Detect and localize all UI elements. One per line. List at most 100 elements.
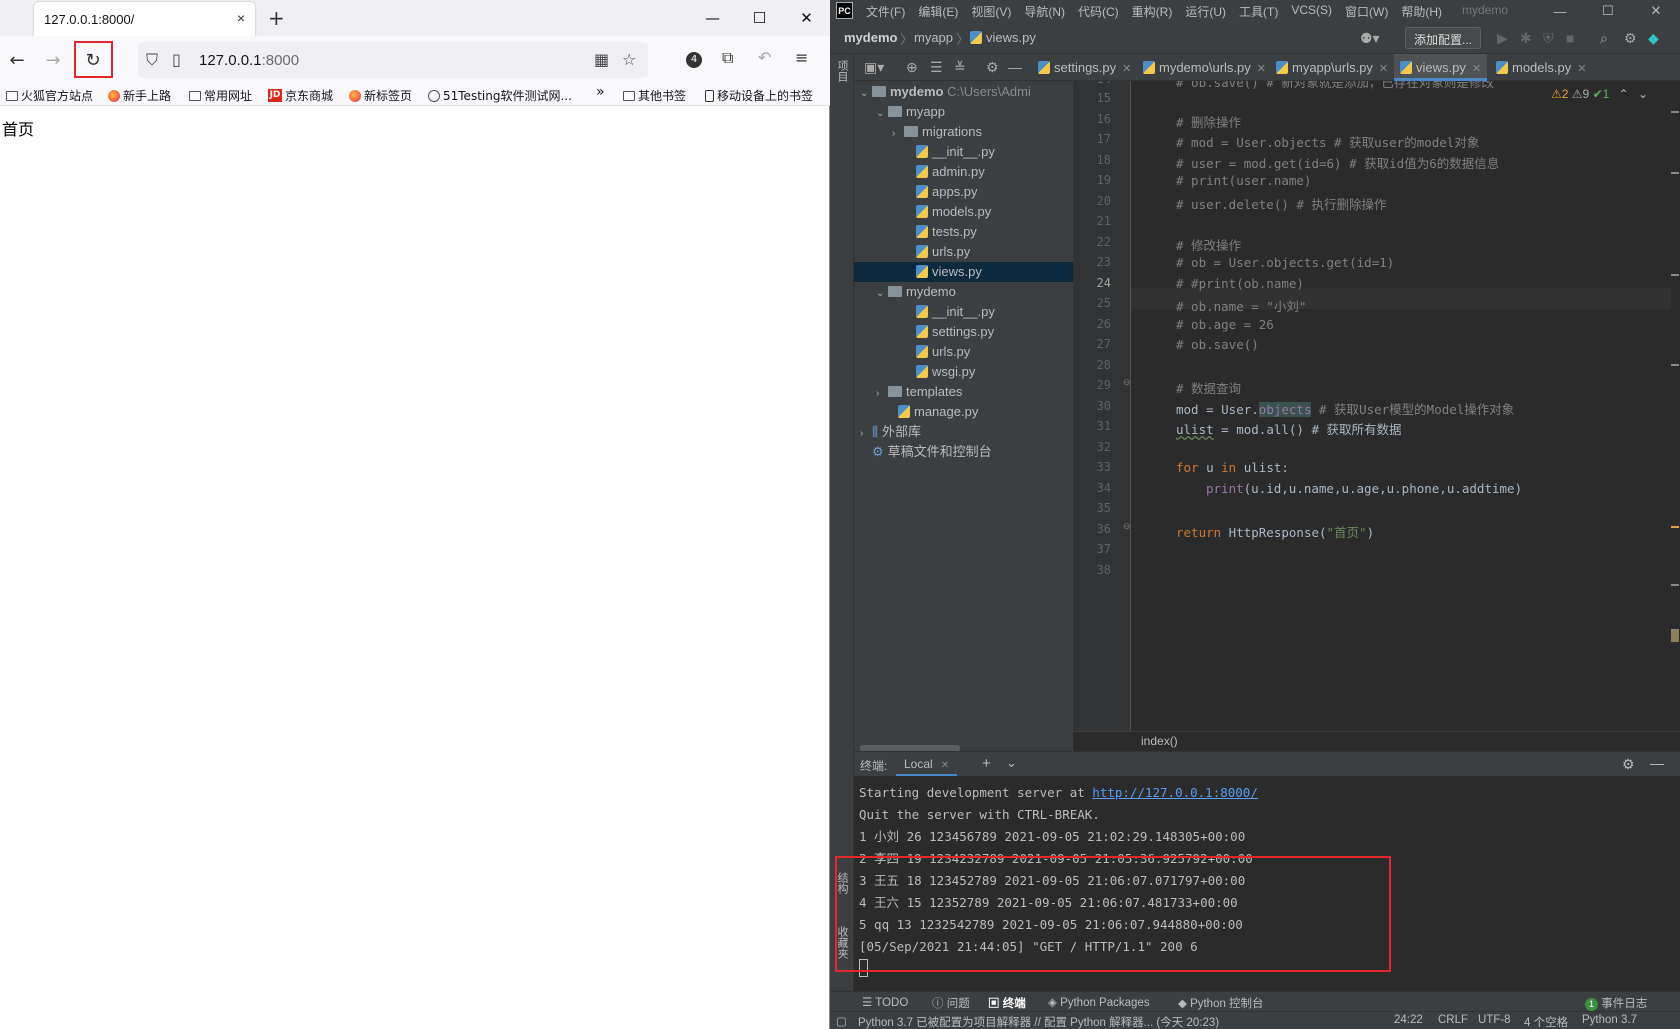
forward-arrow-icon[interactable]: → bbox=[38, 46, 68, 74]
project-view-icon[interactable]: ▣▾ bbox=[864, 59, 884, 76]
line-separator[interactable]: CRLF bbox=[1438, 1014, 1468, 1026]
tree-item-external-libs[interactable]: › ⫼ 外部库 bbox=[854, 422, 1073, 442]
screenshot-icon[interactable]: ⧉ bbox=[722, 48, 733, 68]
tree-item-admin-py[interactable]: admin.py bbox=[854, 162, 1073, 182]
bookmark-new-tab[interactable]: 新标签页 bbox=[349, 87, 412, 104]
tree-item-apps-py[interactable]: apps.py bbox=[854, 182, 1073, 202]
collapse-all-icon[interactable]: ≚ bbox=[954, 59, 966, 76]
menu-view[interactable]: 视图(V) bbox=[971, 3, 1011, 20]
ok-count[interactable]: ✔1 bbox=[1593, 87, 1610, 101]
caret-position[interactable]: 24:22 bbox=[1394, 1014, 1423, 1026]
breadcrumb-project[interactable]: mydemo bbox=[844, 30, 897, 45]
locate-icon[interactable]: ⊕ bbox=[906, 59, 918, 76]
server-url-link[interactable]: http://127.0.0.1:8000/ bbox=[1092, 785, 1258, 800]
tab-close-icon[interactable]: ✕ bbox=[941, 760, 949, 771]
file-encoding[interactable]: UTF-8 bbox=[1478, 1014, 1511, 1026]
tab-models-py[interactable]: models.py ✕ bbox=[1490, 54, 1592, 81]
user-icon[interactable]: ⚉▾ bbox=[1360, 30, 1380, 47]
search-icon[interactable]: ⌕ bbox=[1600, 30, 1608, 47]
extension-badge-icon[interactable]: 4 bbox=[686, 52, 702, 68]
expand-arrow-icon[interactable]: ⌄ bbox=[876, 284, 888, 304]
tree-item-settings-py[interactable]: settings.py bbox=[854, 322, 1073, 342]
expand-arrow-icon[interactable]: ⌄ bbox=[860, 84, 872, 104]
expand-arrow-icon[interactable]: ⌄ bbox=[876, 104, 888, 124]
tree-item-tests-py[interactable]: tests.py bbox=[854, 222, 1073, 242]
new-tab-button[interactable]: + bbox=[268, 6, 285, 30]
prev-highlight-icon[interactable]: ⌃ bbox=[1619, 87, 1629, 101]
tree-item-migrations[interactable]: › migrations bbox=[854, 122, 1073, 142]
interpreter-setting[interactable]: Python 3.7 bbox=[1582, 1014, 1637, 1026]
tree-item-views-py[interactable]: views.py bbox=[854, 262, 1073, 282]
bookmark-star-icon[interactable]: ☆ bbox=[622, 50, 636, 69]
tab-settings-py[interactable]: settings.py ✕ bbox=[1032, 54, 1137, 81]
menu-window[interactable]: 窗口(W) bbox=[1345, 3, 1388, 20]
tree-item-mydemo-root[interactable]: ⌄ mydemo C:\Users\Admi bbox=[854, 82, 1073, 102]
next-highlight-icon[interactable]: ⌄ bbox=[1638, 87, 1648, 101]
ide-close-button[interactable]: ✕ bbox=[1632, 0, 1680, 22]
stop-icon[interactable]: ■ bbox=[1566, 30, 1574, 46]
menu-file[interactable]: 文件(F) bbox=[866, 3, 905, 20]
expand-arrow-icon[interactable]: › bbox=[876, 384, 888, 404]
breadcrumb-file[interactable]: views.py bbox=[970, 30, 1036, 45]
terminal-dropdown-icon[interactable]: ⌄ bbox=[1006, 755, 1017, 771]
url-text[interactable]: 127.0.0.1:8000 bbox=[199, 52, 299, 69]
bookmark-jd[interactable]: JD 京东商城 bbox=[268, 87, 333, 104]
tree-item-init-py[interactable]: __init__.py bbox=[854, 142, 1073, 162]
tool-tab-problems[interactable]: ⓘ 问题 bbox=[932, 995, 970, 1011]
tool-tab-todo[interactable]: ☰ TODO bbox=[862, 995, 908, 1009]
tree-item-init-py[interactable]: __init__.py bbox=[854, 302, 1073, 322]
tree-item-scratches[interactable]: ⚙ 草稿文件和控制台 bbox=[854, 442, 1073, 462]
menu-refactor[interactable]: 重构(R) bbox=[1132, 3, 1173, 20]
terminal-output[interactable]: Starting development server at http://12… bbox=[835, 782, 1391, 980]
menu-tools[interactable]: 工具(T) bbox=[1239, 3, 1278, 20]
hide-terminal-icon[interactable]: — bbox=[1650, 755, 1664, 771]
bookmark-common-sites[interactable]: 常用网址 bbox=[189, 87, 252, 104]
options-gear-icon[interactable]: ⚙ bbox=[986, 59, 999, 76]
tree-item-wsgi-py[interactable]: wsgi.py bbox=[854, 362, 1073, 382]
hide-panel-icon[interactable]: — bbox=[1008, 59, 1022, 75]
tool-tab-python-packages[interactable]: ◈ Python Packages bbox=[1048, 995, 1150, 1009]
menu-vcs[interactable]: VCS(S) bbox=[1291, 3, 1332, 20]
bookmark-51testing[interactable]: 51Testing软件测试网... bbox=[428, 87, 572, 104]
status-message[interactable]: Python 3.7 已被配置为项目解释器 // 配置 Python 解释器..… bbox=[858, 1014, 1219, 1029]
tab-close-icon[interactable]: ✕ bbox=[1577, 63, 1586, 75]
menu-help[interactable]: 帮助(H) bbox=[1401, 3, 1442, 20]
indent-setting[interactable]: 4 个空格 bbox=[1524, 1014, 1568, 1029]
tab-close-icon[interactable]: ✕ bbox=[1379, 63, 1388, 75]
add-configuration-button[interactable]: 添加配置... bbox=[1405, 27, 1482, 49]
shield-icon[interactable]: ⛉ bbox=[146, 50, 158, 70]
tree-item-mydemo-pkg[interactable]: ⌄ mydemo bbox=[854, 282, 1073, 302]
function-breadcrumb[interactable]: index() bbox=[1141, 734, 1178, 748]
menu-run[interactable]: 运行(U) bbox=[1185, 3, 1226, 20]
debug-icon[interactable]: ✱ bbox=[1520, 30, 1532, 47]
ide-maximize-button[interactable]: ☐ bbox=[1584, 0, 1632, 22]
ide-minimize-button[interactable]: — bbox=[1536, 0, 1584, 22]
browser-tab[interactable]: 127.0.0.1:8000/ × bbox=[34, 2, 255, 36]
weak-warning-count[interactable]: ⚠9 bbox=[1572, 87, 1589, 101]
editor-scrollbar[interactable] bbox=[1671, 81, 1679, 731]
tree-item-urls-py[interactable]: urls.py bbox=[854, 242, 1073, 262]
tab-views-py[interactable]: views.py ✕ bbox=[1394, 54, 1488, 81]
tab-close-icon[interactable]: ✕ bbox=[1122, 63, 1131, 75]
bookmark-firefox-official[interactable]: 火狐官方站点 bbox=[6, 87, 93, 104]
terminal-tab-local[interactable]: Local ✕ bbox=[896, 754, 958, 776]
project-tool-tab[interactable]: 项目 bbox=[834, 60, 850, 82]
tab-close-icon[interactable]: ✕ bbox=[1472, 63, 1481, 75]
menu-navigate[interactable]: 导航(N) bbox=[1024, 3, 1065, 20]
jetbrains-icon[interactable]: ◆ bbox=[1648, 30, 1659, 47]
breadcrumb-app[interactable]: myapp bbox=[914, 30, 953, 45]
tool-tab-python-console[interactable]: ◆ Python 控制台 bbox=[1178, 995, 1264, 1011]
menu-icon[interactable]: ≡ bbox=[795, 48, 808, 67]
status-expand-icon[interactable]: ▢ bbox=[836, 1014, 847, 1028]
menu-edit[interactable]: 编辑(E) bbox=[918, 3, 958, 20]
tree-item-manage-py[interactable]: manage.py bbox=[854, 402, 1073, 422]
tab-close-icon[interactable]: × bbox=[237, 10, 245, 26]
settings-gear-icon[interactable]: ⚙ bbox=[1624, 30, 1637, 47]
expand-all-icon[interactable]: ☰ bbox=[930, 59, 943, 76]
bookmarks-overflow-icon[interactable]: » bbox=[596, 84, 605, 100]
url-bar[interactable]: ⛉ ▯ 127.0.0.1:8000 ▦ ☆ bbox=[138, 42, 648, 78]
tree-item-templates[interactable]: › templates bbox=[854, 382, 1073, 402]
warning-count[interactable]: ⚠2 bbox=[1551, 87, 1568, 101]
tab-mydemo-urls-py[interactable]: mydemo\urls.py ✕ bbox=[1137, 54, 1272, 81]
tree-item-models-py[interactable]: models.py bbox=[854, 202, 1073, 222]
